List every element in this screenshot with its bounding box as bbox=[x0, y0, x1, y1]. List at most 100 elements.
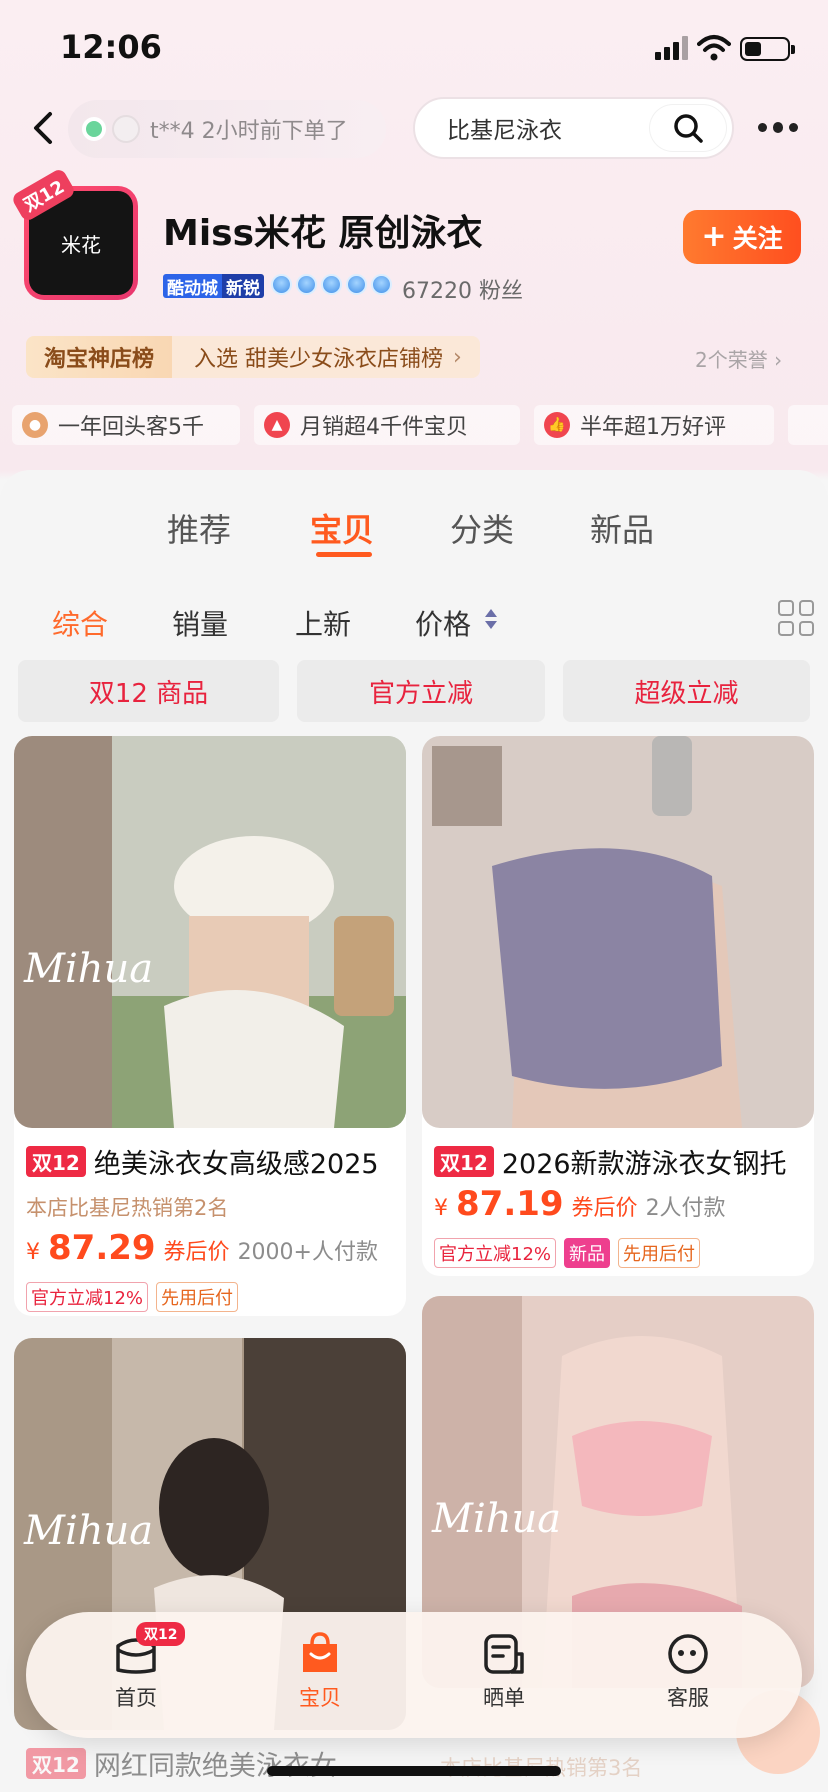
promo-official-discount[interactable]: 官方立减 bbox=[297, 660, 545, 722]
perk-more bbox=[788, 405, 828, 445]
product-rank: 本店比基尼热销第2名 bbox=[26, 1196, 229, 1220]
nav-service-label: 客服 bbox=[667, 1686, 709, 1710]
promo-double12-items[interactable]: 双12 商品 bbox=[18, 660, 279, 722]
product-title[interactable]: 双12 网红同款绝美泳衣女 bbox=[26, 1744, 398, 1783]
tab-items[interactable]: 宝贝 bbox=[310, 505, 374, 551]
honor-list-name: 淘宝神店榜 bbox=[26, 336, 173, 378]
shopping-bag-icon bbox=[303, 1632, 337, 1672]
store-level-badge: 酷动城 新锐 bbox=[163, 274, 264, 298]
brand-watermark: Mihua bbox=[24, 1508, 154, 1554]
cellular-signal-icon bbox=[655, 36, 689, 60]
grid-view-icon[interactable] bbox=[778, 600, 814, 636]
nav-service[interactable]: 客服 bbox=[638, 1632, 738, 1712]
person-icon: ● bbox=[22, 412, 48, 438]
product-title-text: 绝美泳衣女高级感2025 bbox=[93, 1149, 379, 1180]
product-title[interactable]: 双12 绝美泳衣女高级感2025 bbox=[26, 1142, 398, 1181]
chip-new-product: 新品 bbox=[564, 1238, 611, 1268]
sort-arrows-icon[interactable] bbox=[484, 607, 498, 631]
follow-label: 关注 bbox=[732, 224, 783, 253]
store-badge-part-a: 酷动城 bbox=[163, 274, 222, 298]
chip-official-discount: 官方立减12% bbox=[434, 1238, 557, 1268]
tab-recommend[interactable]: 推荐 bbox=[167, 505, 231, 551]
double12-tag: 双12 bbox=[26, 1748, 86, 1779]
buyer-count: 2000+人付款 bbox=[237, 1240, 378, 1265]
search-button[interactable] bbox=[650, 105, 726, 151]
product-chips: 官方立减12% 先用后付 bbox=[26, 1282, 239, 1312]
product-title-text: 2026新款游泳衣女钢托 bbox=[501, 1149, 787, 1180]
double12-tag: 双12 bbox=[434, 1146, 494, 1177]
sort-newest[interactable]: 上新 bbox=[295, 603, 351, 643]
arrow-up-icon: ▲ bbox=[264, 412, 290, 438]
chip-pay-later: 先用后付 bbox=[156, 1282, 239, 1312]
chip-pay-later: 先用后付 bbox=[618, 1238, 701, 1268]
perk-label: 半年超1万好评 bbox=[580, 415, 726, 440]
battery-icon bbox=[740, 37, 795, 61]
product-price: 87.19 bbox=[456, 1184, 564, 1224]
sort-overall[interactable]: 综合 bbox=[52, 603, 108, 643]
currency-symbol: ¥ bbox=[26, 1240, 40, 1265]
online-dot-icon bbox=[82, 117, 106, 141]
shop-name[interactable]: Miss米花 原创泳衣 bbox=[163, 204, 483, 256]
sort-price[interactable]: 价格 bbox=[415, 603, 471, 643]
more-options-icon[interactable] bbox=[758, 120, 798, 134]
perk-repeat-customers: ● 一年回头客5千 bbox=[12, 405, 240, 445]
buyer-avatar bbox=[112, 115, 140, 143]
store-badge-part-b: 新锐 bbox=[222, 274, 264, 298]
recent-order-ticker: t**4 2小时前下单了 bbox=[68, 100, 386, 158]
honor-entry: 入选 甜美少女泳衣店铺榜 bbox=[194, 347, 444, 372]
follow-button[interactable]: + 关注 bbox=[683, 210, 801, 264]
review-post-icon bbox=[484, 1634, 524, 1674]
search-query: 比基尼泳衣 bbox=[447, 118, 562, 144]
shop-logo-text: 米花 bbox=[61, 232, 101, 257]
double12-tag: 双12 bbox=[26, 1146, 86, 1177]
crown-rating bbox=[271, 274, 392, 295]
fan-count: 67220 粉丝 bbox=[402, 279, 523, 304]
plus-icon: + bbox=[701, 219, 727, 254]
product-image[interactable]: Mihua bbox=[14, 736, 406, 1128]
promo-super-discount[interactable]: 超级立减 bbox=[563, 660, 810, 722]
honor-count-link[interactable]: 2个荣誉 › bbox=[695, 344, 782, 373]
wifi-icon bbox=[697, 35, 731, 61]
perk-label: 月销超4千件宝贝 bbox=[300, 415, 468, 440]
perk-good-reviews: 👍 半年超1万好评 bbox=[534, 405, 774, 445]
nav-items[interactable]: 宝贝 bbox=[270, 1632, 370, 1712]
crown-icon bbox=[346, 274, 367, 295]
buyer-count: 2人付款 bbox=[645, 1196, 726, 1221]
chip-official-discount: 官方立减12% bbox=[26, 1282, 149, 1312]
back-arrow-icon[interactable] bbox=[28, 108, 60, 148]
product-chips: 官方立减12% 新品 先用后付 bbox=[434, 1238, 701, 1268]
tab-new[interactable]: 新品 bbox=[590, 505, 654, 551]
home-indicator bbox=[267, 1766, 561, 1776]
nav-showcase[interactable]: 晒单 bbox=[454, 1632, 554, 1712]
customer-service-icon bbox=[668, 1634, 708, 1674]
chevron-right-icon: › bbox=[453, 344, 462, 370]
sort-sales[interactable]: 销量 bbox=[172, 603, 228, 643]
shop-search-input[interactable]: 比基尼泳衣 bbox=[413, 97, 734, 159]
product-title[interactable]: 双12 2026新款游泳衣女钢托 bbox=[434, 1142, 806, 1181]
recent-order-text: t**4 2小时前下单了 bbox=[150, 119, 348, 144]
chevron-right-icon: › bbox=[774, 348, 783, 372]
honor-banner[interactable]: 淘宝神店榜 入选 甜美少女泳衣店铺榜 › bbox=[26, 336, 480, 378]
product-title-text: 网红同款绝美泳衣女 bbox=[93, 1751, 337, 1782]
crown-icon bbox=[271, 274, 292, 295]
after-coupon-label: 券后价 bbox=[571, 1196, 638, 1221]
after-coupon-label: 券后价 bbox=[163, 1240, 230, 1265]
crown-icon bbox=[296, 274, 317, 295]
active-tab-indicator bbox=[316, 552, 372, 557]
tab-category[interactable]: 分类 bbox=[450, 505, 514, 551]
search-icon bbox=[674, 114, 703, 143]
nav-home-label: 首页 bbox=[115, 1686, 157, 1710]
product-price-row: ¥ 87.19 券后价 2人付款 bbox=[434, 1184, 726, 1224]
product-photo bbox=[112, 736, 406, 1128]
currency-symbol: ¥ bbox=[434, 1196, 448, 1221]
status-time: 12:06 bbox=[60, 28, 162, 66]
product-price: 87.29 bbox=[48, 1228, 156, 1268]
perk-label: 一年回头客5千 bbox=[58, 415, 204, 440]
crown-icon bbox=[321, 274, 342, 295]
product-image[interactable] bbox=[422, 736, 814, 1128]
product-photo bbox=[432, 736, 742, 1128]
brand-watermark: Mihua bbox=[432, 1496, 562, 1542]
brand-watermark: Mihua bbox=[24, 946, 154, 992]
perk-monthly-sales: ▲ 月销超4千件宝贝 bbox=[254, 405, 520, 445]
double12-nav-badge: 双12 bbox=[136, 1622, 186, 1646]
